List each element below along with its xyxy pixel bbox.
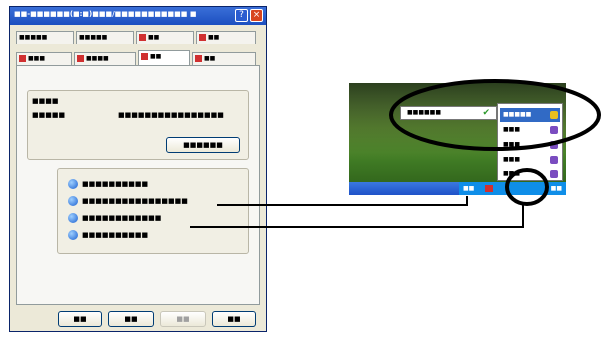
callout-line-2 — [190, 205, 524, 228]
callout-line-1 — [217, 196, 468, 206]
tray-highlight-circle — [505, 168, 549, 206]
callout-overlay — [190, 79, 601, 228]
menu-highlight-ellipse — [389, 79, 601, 151]
